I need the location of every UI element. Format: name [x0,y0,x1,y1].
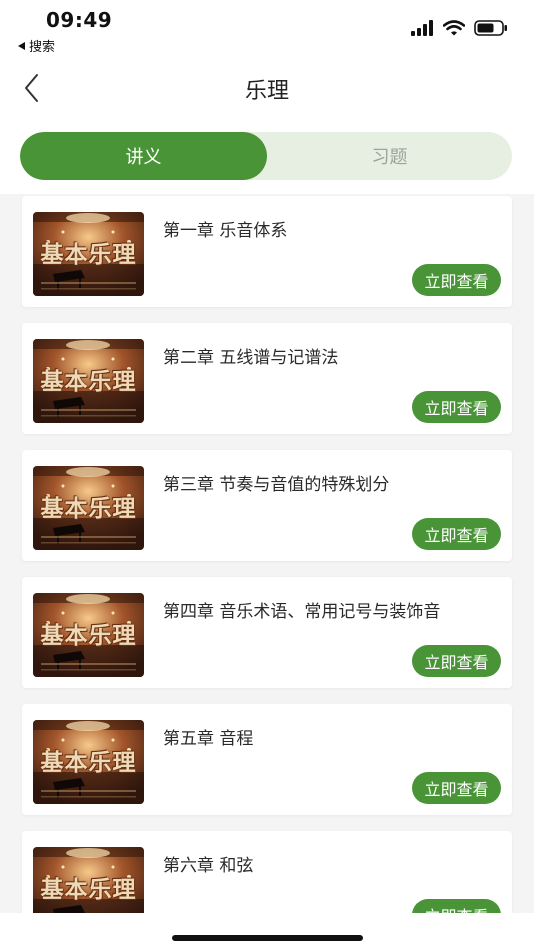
thumbnail-caption: 基本乐理 [40,369,137,395]
thumbnail-caption: 基本乐理 [40,750,137,776]
chapter-thumbnail[interactable]: 基本乐理 [33,720,144,804]
back-to-app-link[interactable]: 搜索 [18,36,55,55]
chapter-card[interactable]: 基本乐理 第一章 乐音体系 立即查看 [22,196,512,307]
bottom-safe-area [0,913,534,950]
back-triangle-icon [18,41,25,50]
home-indicator[interactable] [172,935,363,941]
chapter-title: 第一章 乐音体系 [163,221,288,241]
tab-lectures[interactable]: 讲义 [20,132,267,180]
status-icons [410,20,508,36]
page-title: 乐理 [244,79,289,104]
status-time: 09:49 [46,8,113,32]
view-now-button[interactable]: 立即查看 [412,518,501,550]
screen: 09:49 搜索 乐理 习题 讲义 基本乐理 第一章 乐音体系 立即查看 基本乐… [0,0,534,950]
chapter-thumbnail[interactable]: 基本乐理 [33,339,144,423]
chapter-title: 第四章 音乐术语、常用记号与装饰音 [163,602,441,622]
chapter-thumbnail[interactable]: 基本乐理 [33,593,144,677]
nav-header: 乐理 [0,58,534,118]
status-bar: 09:49 搜索 [0,0,534,58]
tab-bar: 习题 讲义 [0,118,534,194]
chapter-thumbnail[interactable]: 基本乐理 [33,466,144,550]
wifi-icon [443,20,465,36]
chapter-card[interactable]: 基本乐理 第四章 音乐术语、常用记号与装饰音 立即查看 [22,577,512,688]
view-now-button[interactable]: 立即查看 [412,391,501,423]
view-now-button[interactable]: 立即查看 [412,772,501,804]
thumbnail-caption: 基本乐理 [40,496,137,522]
chapter-title: 第三章 节奏与音值的特殊划分 [163,475,390,495]
signal-icon [411,20,433,36]
thumbnail-caption: 基本乐理 [40,623,137,649]
thumbnail-caption: 基本乐理 [40,242,137,268]
thumbnail-caption: 基本乐理 [40,877,137,903]
chapter-card[interactable]: 基本乐理 第二章 五线谱与记谱法 立即查看 [22,323,512,434]
chapter-title: 第二章 五线谱与记谱法 [163,348,339,368]
chapter-card[interactable]: 基本乐理 第五章 音程 立即查看 [22,704,512,815]
tab-exercises[interactable]: 习题 [267,132,512,180]
battery-icon [474,20,507,36]
back-to-app-label: 搜索 [29,40,56,55]
chapter-card[interactable]: 基本乐理 第三章 节奏与音值的特殊划分 立即查看 [22,450,512,561]
chapter-title: 第六章 和弦 [163,856,254,876]
view-now-button[interactable]: 立即查看 [412,264,501,296]
view-now-button[interactable]: 立即查看 [412,645,501,677]
chapter-title: 第五章 音程 [163,729,254,749]
chapter-thumbnail[interactable]: 基本乐理 [33,212,144,296]
segmented-tabs: 习题 讲义 [20,132,512,180]
